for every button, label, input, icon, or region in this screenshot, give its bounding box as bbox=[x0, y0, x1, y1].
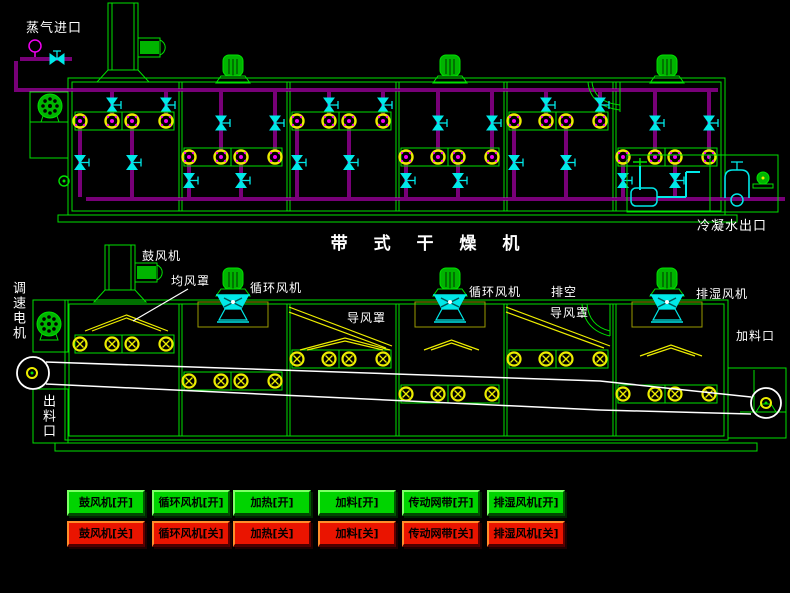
top-motor bbox=[433, 55, 467, 83]
machine-title: 带 式 干 燥 机 bbox=[295, 229, 565, 254]
label-guide-hood-1: 导风罩 bbox=[347, 312, 386, 325]
button-blower-on[interactable]: 鼓风机[开] bbox=[67, 490, 145, 516]
steam-dryer-elevation bbox=[14, 78, 785, 222]
label-exhaust-fan: 排湿风机 bbox=[696, 288, 748, 301]
button-circ-fan-on[interactable]: 循环风机[开] bbox=[152, 490, 230, 516]
button-circ-fan-off[interactable]: 循环风机[关] bbox=[152, 521, 230, 547]
button-feed-on[interactable]: 加料[开] bbox=[318, 490, 396, 516]
feed-roller-highlight bbox=[751, 388, 781, 418]
hood-pointer-line bbox=[133, 289, 188, 321]
label-speed-motor: 调速电机 bbox=[11, 281, 24, 341]
steam-bay bbox=[183, 92, 285, 197]
dryer-bay bbox=[508, 350, 609, 368]
speed-motor-wheel bbox=[37, 312, 61, 340]
steam-trap bbox=[627, 155, 778, 212]
steam-bay bbox=[400, 92, 502, 197]
dryer-bay bbox=[183, 372, 283, 390]
vent-duct-top bbox=[588, 82, 620, 112]
steam-bay bbox=[508, 92, 610, 197]
label-condensate-outlet: 冷凝水出口 bbox=[697, 220, 767, 233]
button-blower-off[interactable]: 鼓风机[关] bbox=[67, 521, 145, 547]
top-fan-wheel bbox=[38, 94, 62, 122]
top-motor bbox=[650, 55, 684, 83]
label-circ-fan-1: 循环风机 bbox=[250, 282, 302, 295]
label-discharge: 出料口 bbox=[41, 394, 54, 439]
hmi-screen: 带 式 干 燥 机 蒸气进口 冷凝水出口 鼓风机 均风罩 循环风机 导风罩 循环… bbox=[0, 0, 790, 593]
steam-inlet-piping bbox=[16, 40, 72, 88]
label-blower: 鼓风机 bbox=[142, 250, 181, 263]
label-feed-inlet: 加料口 bbox=[736, 330, 775, 343]
button-exhaust-fan-on[interactable]: 排湿风机[开] bbox=[487, 490, 565, 516]
label-guide-hood-2: 导风罩 bbox=[550, 307, 589, 320]
dryer-bay bbox=[74, 335, 175, 353]
button-heat-on[interactable]: 加热[开] bbox=[233, 490, 311, 516]
circulation-fan bbox=[632, 268, 702, 327]
label-vent: 排空 bbox=[551, 286, 577, 299]
air-hoods bbox=[85, 307, 702, 356]
label-equal-hood: 均风罩 bbox=[171, 275, 210, 288]
top-motor bbox=[216, 55, 250, 83]
steam-bay bbox=[74, 92, 176, 197]
blower-chimney-top bbox=[97, 3, 165, 82]
label-steam-inlet: 蒸气进口 bbox=[26, 22, 82, 35]
button-belt-drive-on[interactable]: 传动网带[开] bbox=[402, 490, 480, 516]
dryer-bay bbox=[400, 385, 500, 403]
button-feed-off[interactable]: 加料[关] bbox=[318, 521, 396, 547]
discharge-roller-highlight bbox=[17, 357, 49, 389]
button-exhaust-fan-off[interactable]: 排湿风机[关] bbox=[487, 521, 565, 547]
label-circ-fan-2: 循环风机 bbox=[469, 286, 521, 299]
dryer-bay bbox=[291, 350, 392, 368]
steam-bay bbox=[291, 92, 393, 197]
steam-bay bbox=[617, 92, 719, 197]
button-heat-off[interactable]: 加热[关] bbox=[233, 521, 311, 547]
button-belt-drive-off[interactable]: 传动网带[关] bbox=[402, 521, 480, 547]
